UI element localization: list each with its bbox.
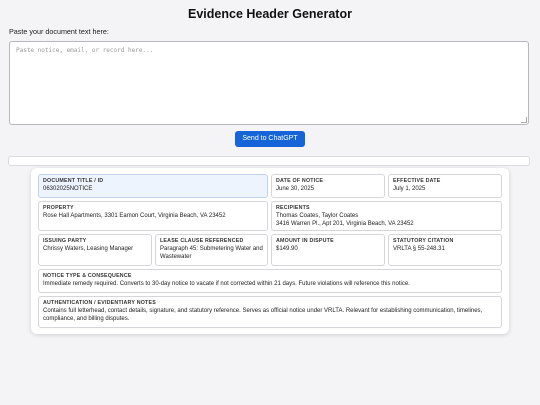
notice-type-cell: NOTICE TYPE & CONSEQUENCE Immediate reme… [38,269,502,293]
date-of-notice-cell: DATE OF NOTICE June 30, 2025 [271,174,385,198]
statutory-cell: STATUTORY CITATION VRLTA § 55-248.31 [388,234,502,266]
property-value: Rose Hall Apartments, 3301 Eamon Court, … [43,213,226,219]
amount-cell: AMOUNT IN DISPUTE $149.90 [271,234,385,266]
input-placeholder: Paste notice, email, or record here... [16,47,154,54]
input-label: Paste your document text here: [9,27,109,36]
property-label: PROPERTY [43,205,74,211]
doc-title-value: 06302025NOTICE [43,186,93,192]
amount-label: AMOUNT IN DISPUTE [276,238,334,244]
doc-title-label: DOCUMENT TITLE / ID [43,178,104,184]
effective-date-label: EFFECTIVE DATE [393,178,441,184]
amount-value: $149.90 [276,246,298,252]
recipients-names: Thomas Coates, Taylor Coates [276,213,359,219]
notice-type-value: Immediate remedy required. Converts to 3… [43,281,410,287]
resize-grip-icon[interactable] [521,117,527,123]
raw-output-area [8,156,530,166]
statutory-label: STATUTORY CITATION [393,238,454,244]
authentication-value: Contains full letterhead, contact detail… [43,308,483,322]
effective-date-cell: EFFECTIVE DATE July 1, 2025 [388,174,502,198]
effective-date-value: July 1, 2025 [393,186,426,192]
lease-clause-value: Paragraph 45: Submetering Water and Wast… [160,246,263,260]
lease-clause-label: LEASE CLAUSE REFERENCED [160,238,244,244]
date-of-notice-value: June 30, 2025 [276,186,315,192]
authentication-label: AUTHENTICATION / EVIDENTIARY NOTES [43,300,156,306]
statutory-value: VRLTA § 55-248.31 [393,246,445,252]
document-text-input[interactable]: Paste notice, email, or record here... [9,41,529,125]
send-to-chatgpt-button[interactable]: Send to ChatGPT [235,131,305,147]
notice-type-label: NOTICE TYPE & CONSEQUENCE [43,273,132,279]
recipients-label: RECIPIENTS [276,205,310,211]
authentication-cell: AUTHENTICATION / EVIDENTIARY NOTES Conta… [38,296,502,328]
issuing-party-label: ISSUING PARTY [43,238,87,244]
recipients-address: 3416 Warren Pl., Apt 201, Virginia Beach… [276,220,414,227]
evidence-header-panel: DOCUMENT TITLE / ID 06302025NOTICE DATE … [31,168,509,334]
lease-clause-cell: LEASE CLAUSE REFERENCED Paragraph 45: Su… [155,234,268,266]
property-cell: PROPERTY Rose Hall Apartments, 3301 Eamo… [38,201,268,231]
doc-title-cell: DOCUMENT TITLE / ID 06302025NOTICE [38,174,268,198]
issuing-party-cell: ISSUING PARTY Chrissy Waters, Leasing Ma… [38,234,152,266]
issuing-party-value: Chrissy Waters, Leasing Manager [43,246,134,252]
recipients-cell: RECIPIENTS Thomas Coates, Taylor Coates … [271,201,502,231]
page-title: Evidence Header Generator [188,7,352,21]
date-of-notice-label: DATE OF NOTICE [276,178,324,184]
